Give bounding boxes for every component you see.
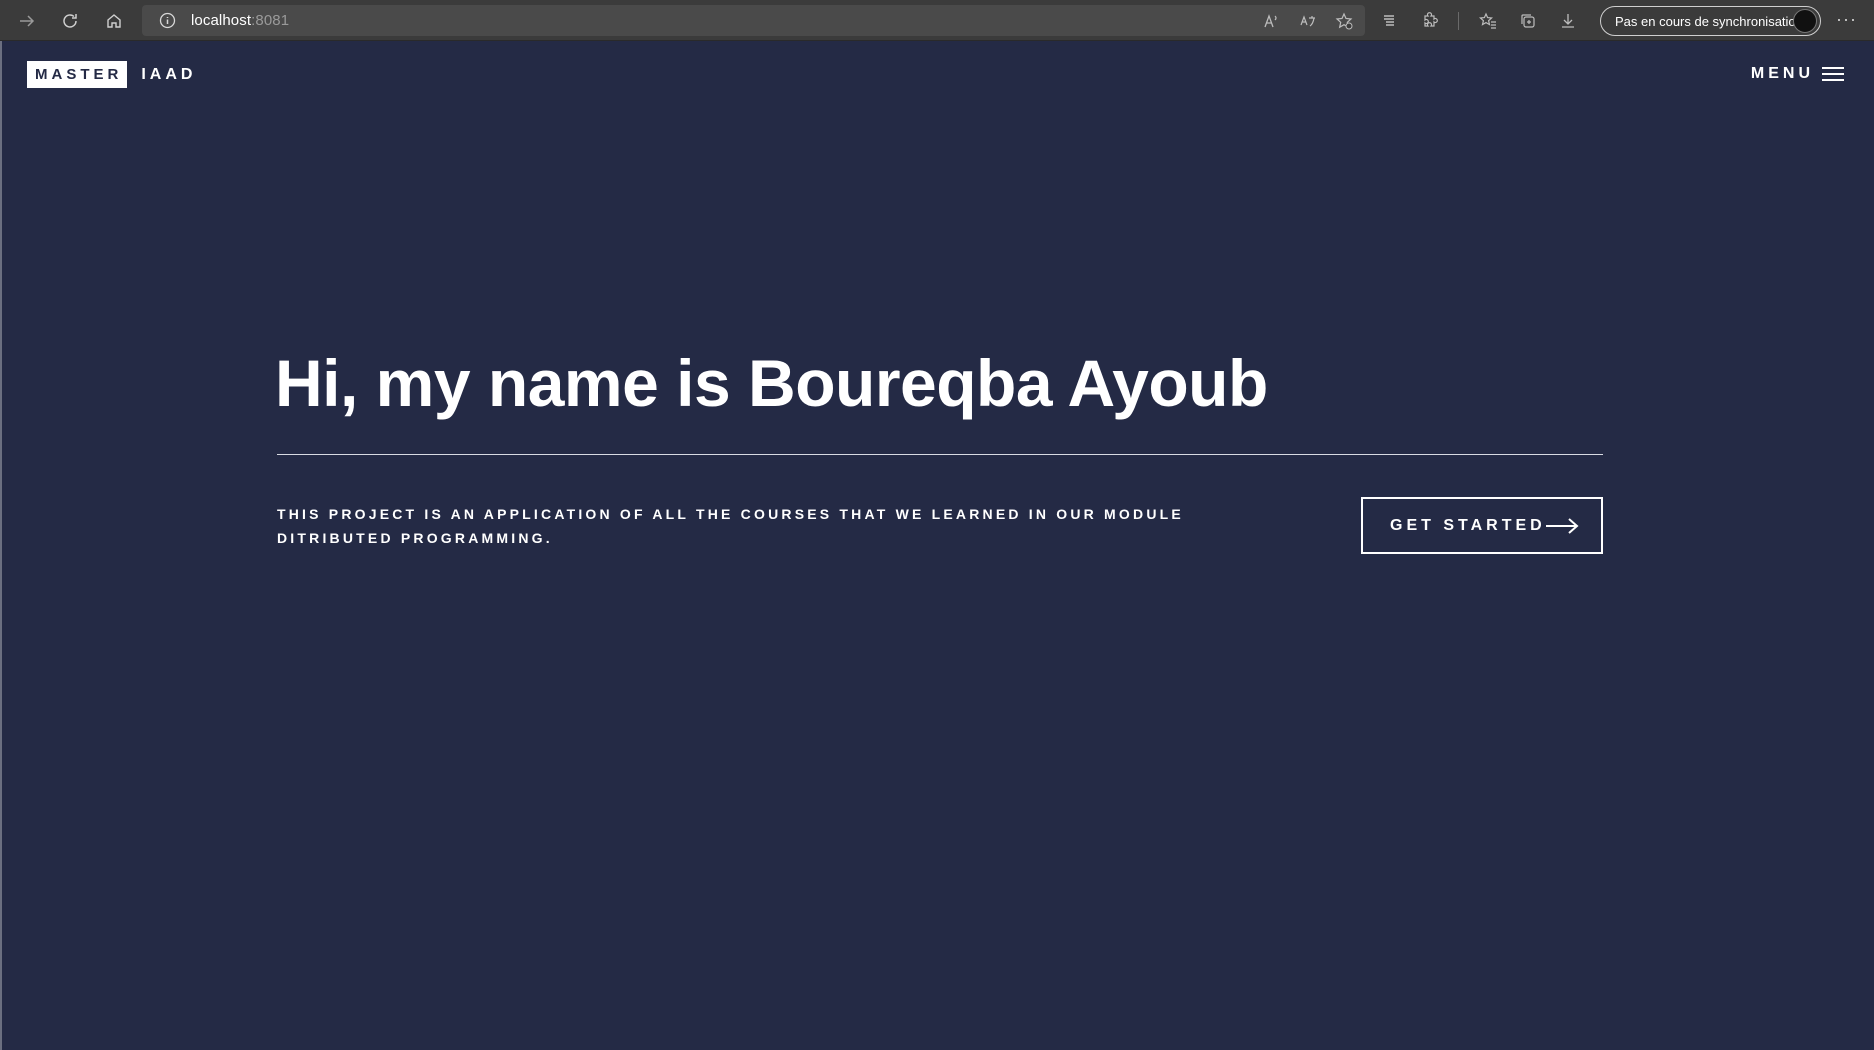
url-text[interactable]: localhost:8081: [191, 12, 289, 29]
brand-text: IAAD: [141, 65, 197, 83]
read-aloud-icon[interactable]: [1261, 11, 1283, 31]
translate-icon[interactable]: [1297, 11, 1319, 31]
add-favorite-icon[interactable]: [1333, 11, 1355, 31]
menu-button[interactable]: MENU: [1751, 65, 1844, 83]
extensions-icon[interactable]: [1418, 11, 1440, 31]
menu-label: MENU: [1750, 65, 1814, 82]
url-port: :8081: [251, 12, 290, 29]
reading-view-icon[interactable]: [1378, 11, 1400, 31]
hero-description: THIS PROJECT IS AN APPLICATION OF ALL TH…: [277, 506, 1184, 546]
sync-status-button[interactable]: Pas en cours de synchronisation: [1600, 6, 1821, 36]
brand-logo[interactable]: MASTER IAAD: [27, 61, 196, 88]
sync-label: Pas en cours de synchronisation: [1615, 13, 1803, 29]
more-options-button[interactable]: ···: [1836, 9, 1857, 30]
favorites-icon[interactable]: [1477, 11, 1499, 31]
hero-divider: [277, 454, 1603, 455]
page-content: MASTER IAAD MENU Hi, my name is Boureqba…: [0, 41, 1874, 1050]
address-bar[interactable]: localhost:8081: [142, 5, 1365, 36]
profile-avatar[interactable]: [1793, 9, 1817, 33]
reload-icon[interactable]: [57, 8, 83, 34]
url-host: localhost: [191, 12, 252, 29]
home-icon[interactable]: [101, 8, 127, 34]
arrow-right-icon: [1546, 518, 1579, 534]
get-started-button[interactable]: GET STARTED: [1361, 497, 1603, 554]
hamburger-icon: [1822, 67, 1844, 81]
download-icon[interactable]: [1557, 11, 1579, 31]
hero-title: Hi, my name is Boureqba Ayoub: [275, 346, 1268, 420]
brand-box: MASTER: [27, 61, 128, 88]
info-icon[interactable]: [158, 11, 177, 30]
forward-icon[interactable]: [14, 8, 40, 34]
collections-icon[interactable]: [1517, 11, 1539, 31]
browser-toolbar: localhost:8081 Pas en cours de synchroni…: [0, 0, 1874, 41]
get-started-label: GET STARTED: [1390, 516, 1546, 534]
toolbar-separator: [1458, 12, 1459, 30]
